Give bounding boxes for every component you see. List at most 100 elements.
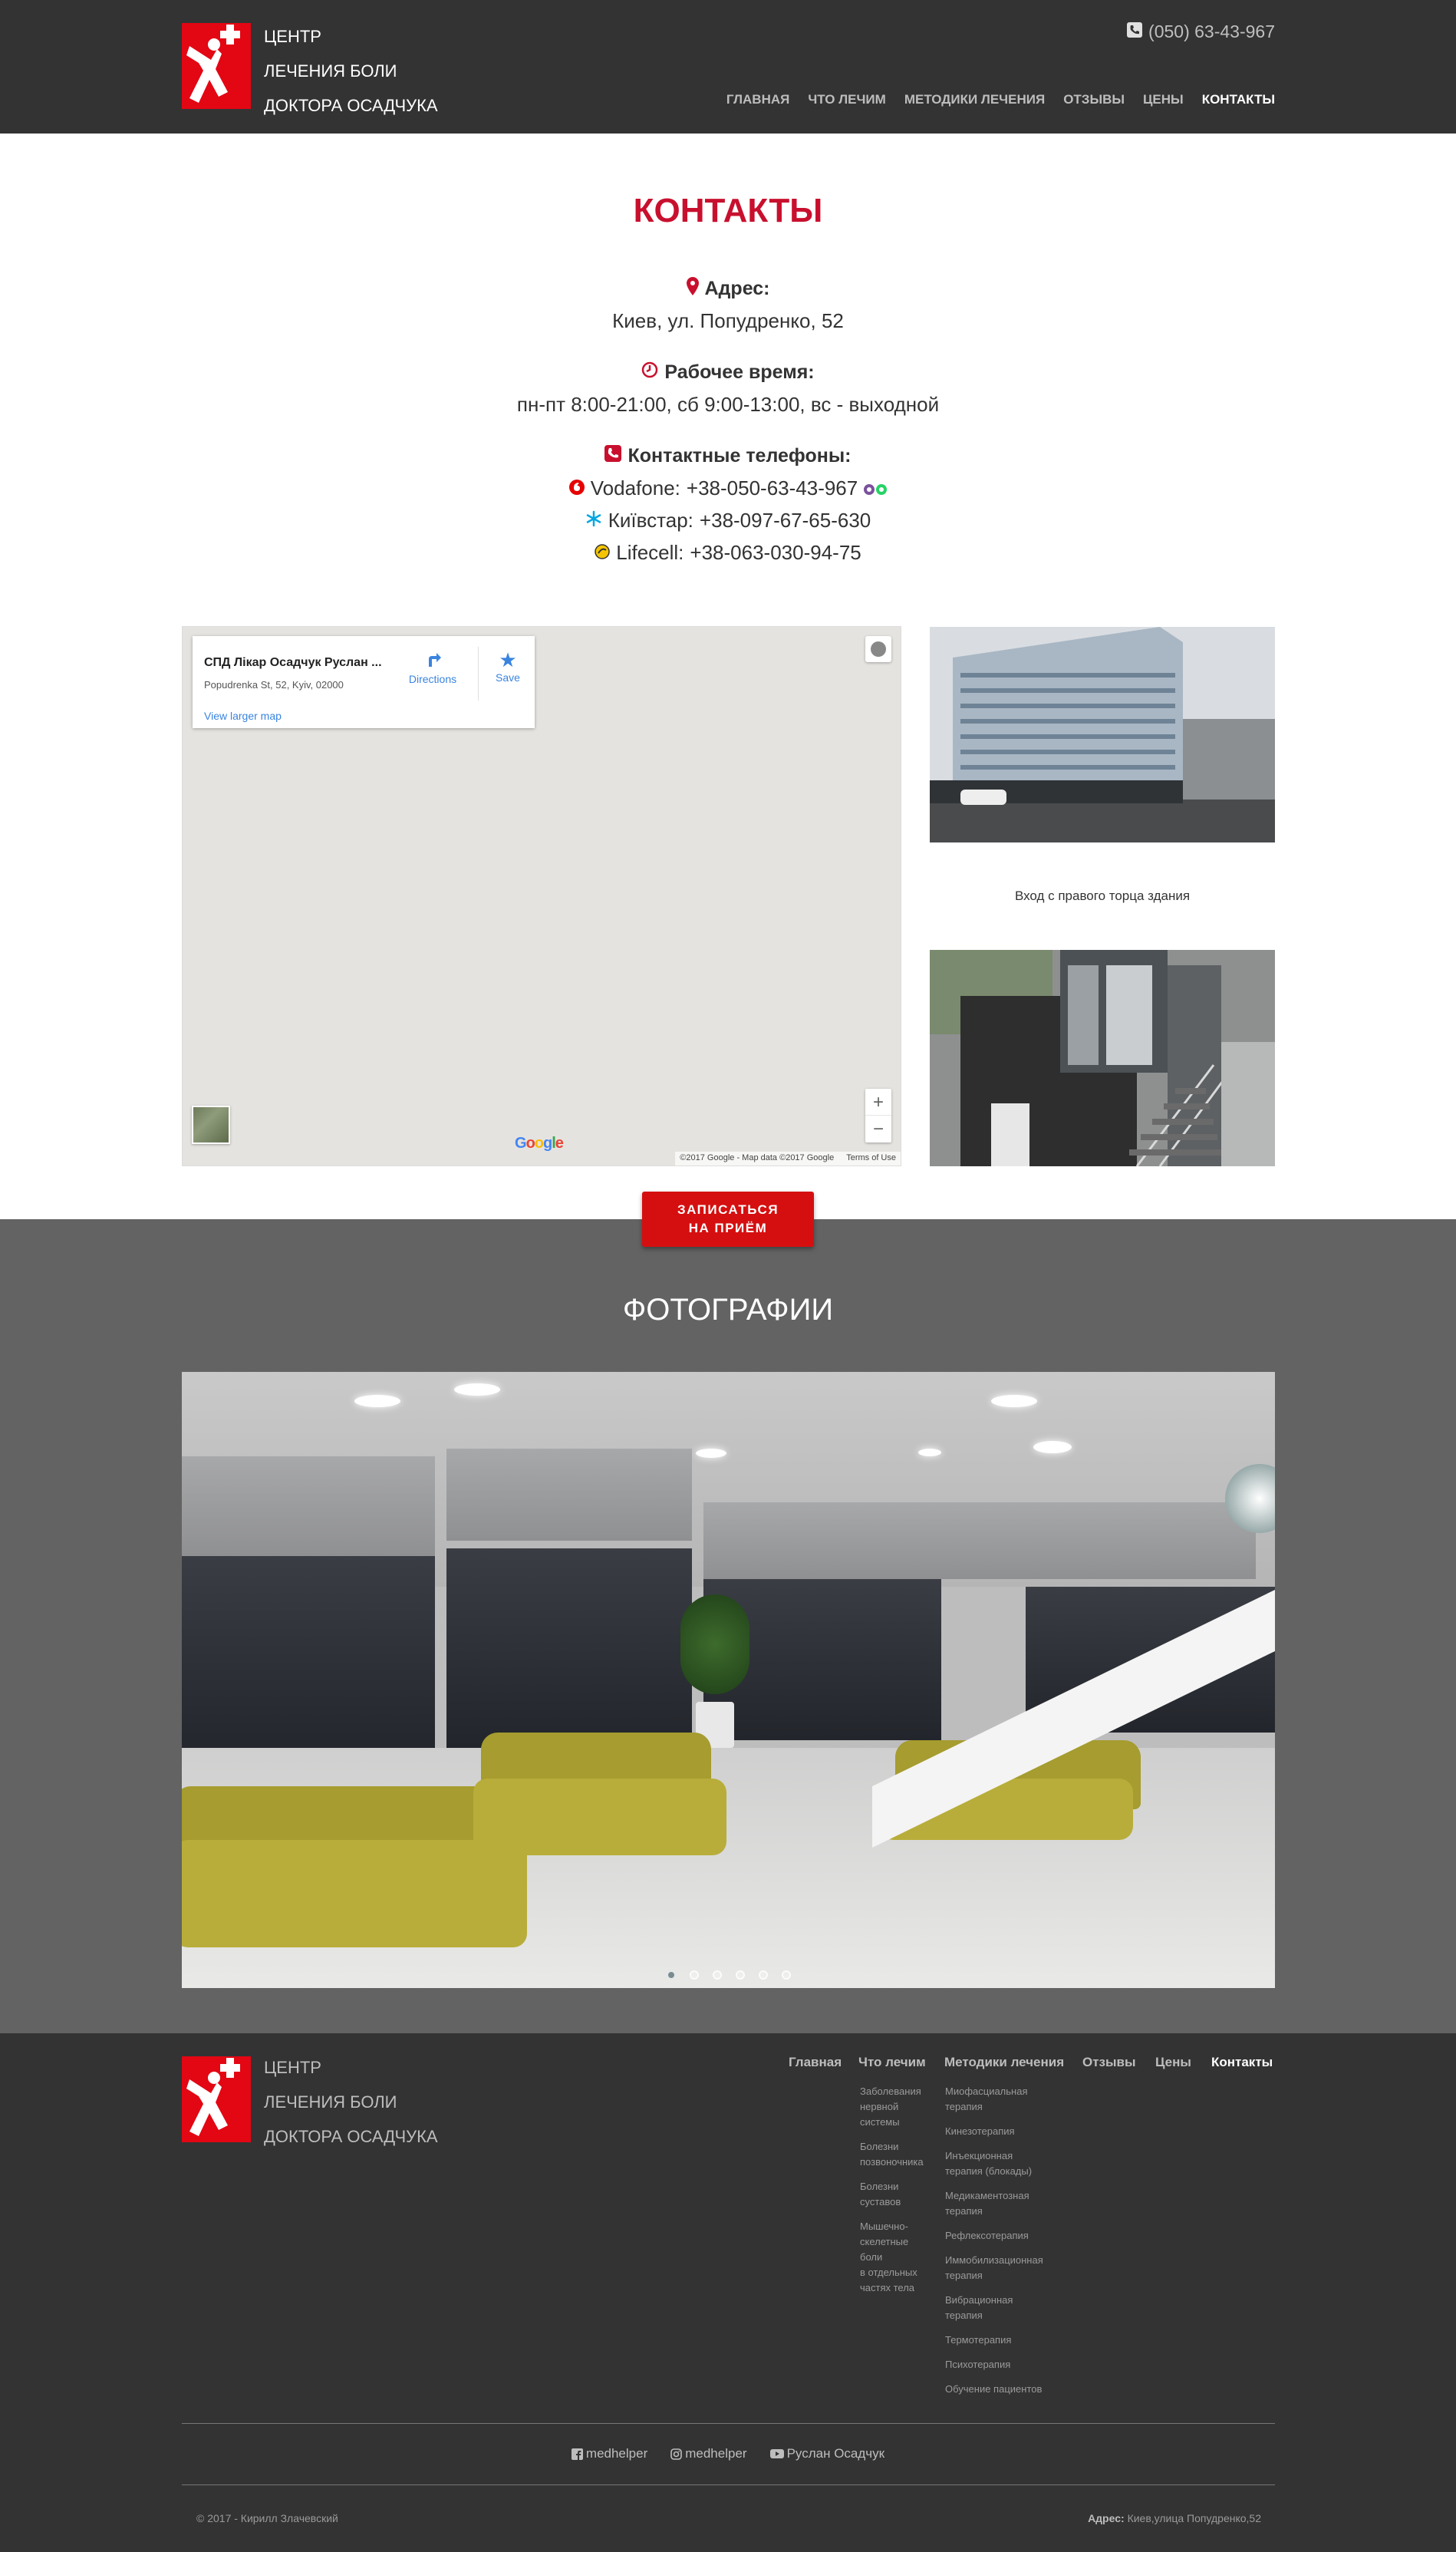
phone-icon (1127, 21, 1143, 42)
footer-link-text: терапия (945, 2270, 983, 2281)
zoom-out-button[interactable]: − (865, 1116, 891, 1142)
nav-item-methods[interactable]: МЕТОДИКИ ЛЕЧЕНИЯ (904, 92, 1045, 107)
facebook-label: medhelper (585, 2446, 648, 2461)
slider-pagination (182, 1970, 1275, 1980)
map-attribution: ©2017 Google - Map data ©2017 Google Ter… (675, 1152, 901, 1166)
footer-link-myofascial[interactable]: Миофасциальная терапия (945, 2084, 1028, 2115)
footer-address: Адрес: Киев,улица Попудренко,52 (1088, 2512, 1261, 2524)
book-appointment-button[interactable]: ЗАПИСАТЬСЯ НА ПРИЁМ (642, 1192, 814, 1247)
cta-line: НА ПРИЁМ (688, 1221, 768, 1235)
save-label: Save (496, 671, 520, 684)
footer-logo-line: ДОКТОРА ОСАДЧУКА (264, 2127, 438, 2146)
copyright: © 2017 - Кирилл Злачевский (196, 2512, 338, 2524)
footer-nav-contacts[interactable]: Контакты (1211, 2055, 1273, 2070)
photo-slider[interactable] (182, 1372, 1275, 1988)
footer-link-text: Вибрационная (945, 2294, 1013, 2306)
footer-nav-what-we-treat[interactable]: Что лечим (858, 2055, 926, 2070)
youtube-link[interactable]: Руслан Осадчук (769, 2446, 885, 2461)
header-phone[interactable]: (050) 63-43-967 (1127, 21, 1275, 42)
footer-link-kinesiotherapy[interactable]: Кинезотерапия (945, 2124, 1015, 2139)
footer-link-patient-education[interactable]: Обучение пациентов (945, 2382, 1042, 2397)
slider-dot[interactable] (689, 1970, 699, 1980)
hours-label: Рабочее время: (664, 361, 815, 383)
footer-link-joints[interactable]: Болезни суставов (860, 2179, 901, 2210)
phone-number: +38-063-030-94-75 (690, 541, 861, 564)
clock-icon (641, 361, 658, 384)
footer-link-text: Иммобилизационная (945, 2254, 1043, 2266)
phone-operator: Київстар: (608, 509, 693, 532)
entrance-photo (930, 950, 1275, 1166)
footer-nav-methods[interactable]: Методики лечения (944, 2055, 1064, 2070)
youtube-icon (769, 2448, 784, 2459)
footer-nav-prices[interactable]: Цены (1155, 2055, 1191, 2070)
youtube-label: Руслан Осадчук (786, 2446, 885, 2461)
logo-text[interactable]: ЦЕНТР ЛЕЧЕНИЯ БОЛИ ДОКТОРА ОСАДЧУКА (264, 19, 438, 123)
footer-link-thermotherapy[interactable]: Термотерапия (945, 2333, 1011, 2348)
phones-label: Контактные телефоны: (628, 445, 852, 467)
header-phone-number: (050) 63-43-967 (1148, 21, 1275, 41)
phone-row-lifecell[interactable]: Lifecell: +38-063-030-94-75 (0, 541, 1456, 565)
nav-item-reviews[interactable]: ОТЗЫВЫ (1063, 92, 1125, 107)
whatsapp-icon (876, 476, 888, 500)
map-place-address: Popudrenka St, 52, Kyiv, 02000 (204, 679, 344, 691)
instagram-link[interactable]: medhelper (670, 2446, 747, 2461)
footer-link-nervous-system[interactable]: Заболевания нервной системы (860, 2084, 921, 2130)
slider-dot[interactable] (666, 1970, 676, 1980)
lifecell-icon (595, 541, 610, 565)
google-map[interactable]: СПД Лікар Осадчук Руслан ... Popudrenka … (182, 626, 901, 1166)
phone-square-icon (604, 445, 622, 467)
footer-link-spine[interactable]: Болезни позвоночника (860, 2139, 924, 2170)
footer-link-text: боли (860, 2251, 883, 2263)
gallery-title: ФОТОГРАФИИ (622, 1293, 834, 1327)
footer-logo-icon[interactable] (182, 2056, 251, 2142)
footer-link-reflexotherapy[interactable]: Рефлексотерапия (945, 2228, 1029, 2244)
map-card-divider (478, 647, 479, 701)
nav-item-home[interactable]: ГЛАВНАЯ (726, 92, 789, 107)
nav-item-what-we-treat[interactable]: ЧТО ЛЕЧИМ (808, 92, 885, 107)
footer-link-text: терапия (945, 2101, 983, 2112)
nav-item-prices[interactable]: ЦЕНЫ (1143, 92, 1184, 107)
slider-dot[interactable] (712, 1970, 722, 1980)
cta-line: ЗАПИСАТЬСЯ (677, 1202, 779, 1217)
viber-icon (864, 476, 875, 500)
directions-button[interactable]: Directions (407, 648, 458, 685)
footer-logo-text[interactable]: ЦЕНТР ЛЕЧЕНИЯ БОЛИ ДОКТОРА ОСАДЧУКА (264, 2050, 438, 2154)
footer-address-label: Адрес: (1088, 2512, 1125, 2524)
save-place-button[interactable]: ★ Save (483, 648, 533, 684)
satellite-toggle[interactable] (192, 1106, 230, 1144)
footer-link-text: частях тела (860, 2282, 915, 2293)
slider-dot[interactable] (735, 1970, 745, 1980)
footer-link-vibration[interactable]: Вибрационная терапия (945, 2293, 1013, 2323)
footer-link-text: Болезни (860, 2181, 899, 2192)
footer-link-muscle-pain[interactable]: Мышечно- скелетные боли в отдельных част… (860, 2219, 917, 2296)
zoom-in-button[interactable]: + (865, 1089, 891, 1116)
footer-link-immobilization[interactable]: Иммобилизационная терапия (945, 2253, 1043, 2283)
star-icon: ★ (499, 648, 517, 671)
logo-line: ДОКТОРА ОСАДЧУКА (264, 96, 438, 115)
logo-icon[interactable] (182, 23, 251, 109)
footer-link-medication[interactable]: Медикаментозная терапия (945, 2188, 1029, 2219)
slider-dot[interactable] (758, 1970, 768, 1980)
phone-number: +38-097-67-65-630 (699, 509, 871, 532)
hours-value: пн-пт 8:00-21:00, сб 9:00-13:00, вс - вы… (516, 393, 940, 416)
entrance-caption: Вход с правого торца здания (1014, 889, 1191, 903)
map-terms-link[interactable]: Terms of Use (846, 1153, 896, 1164)
footer-link-injection[interactable]: Инъекционная терапия (блокады) (945, 2148, 1032, 2179)
footer-nav-home[interactable]: Главная (789, 2055, 842, 2070)
footer-link-text: скелетные (860, 2236, 909, 2247)
view-larger-map-link[interactable]: View larger map (204, 710, 282, 722)
photo-gallery-section: ФОТОГРАФИИ (0, 1219, 1456, 2033)
facebook-link[interactable]: medhelper (571, 2446, 648, 2461)
footer-nav-reviews[interactable]: Отзывы (1082, 2055, 1136, 2070)
footer-link-text: терапия (блокады) (945, 2165, 1033, 2177)
phone-row-kyivstar[interactable]: Київстар: +38-097-67-65-630 (0, 509, 1456, 532)
site-header: ЦЕНТР ЛЕЧЕНИЯ БОЛИ ДОКТОРА ОСАДЧУКА (050… (0, 0, 1456, 134)
page-title: КОНТАКТЫ (633, 192, 823, 229)
phones-heading: Контактные телефоны: (0, 445, 1456, 467)
footer-link-text: Кинезотерапия (945, 2125, 1015, 2137)
slider-dot[interactable] (781, 1970, 791, 1980)
footer-link-psychotherapy[interactable]: Психотерапия (945, 2357, 1010, 2372)
pegman-icon[interactable] (865, 636, 891, 662)
nav-item-contacts[interactable]: КОНТАКТЫ (1202, 92, 1275, 107)
phone-row-vodafone[interactable]: Vodafone: +38-050-63-43-967 (0, 476, 1456, 500)
